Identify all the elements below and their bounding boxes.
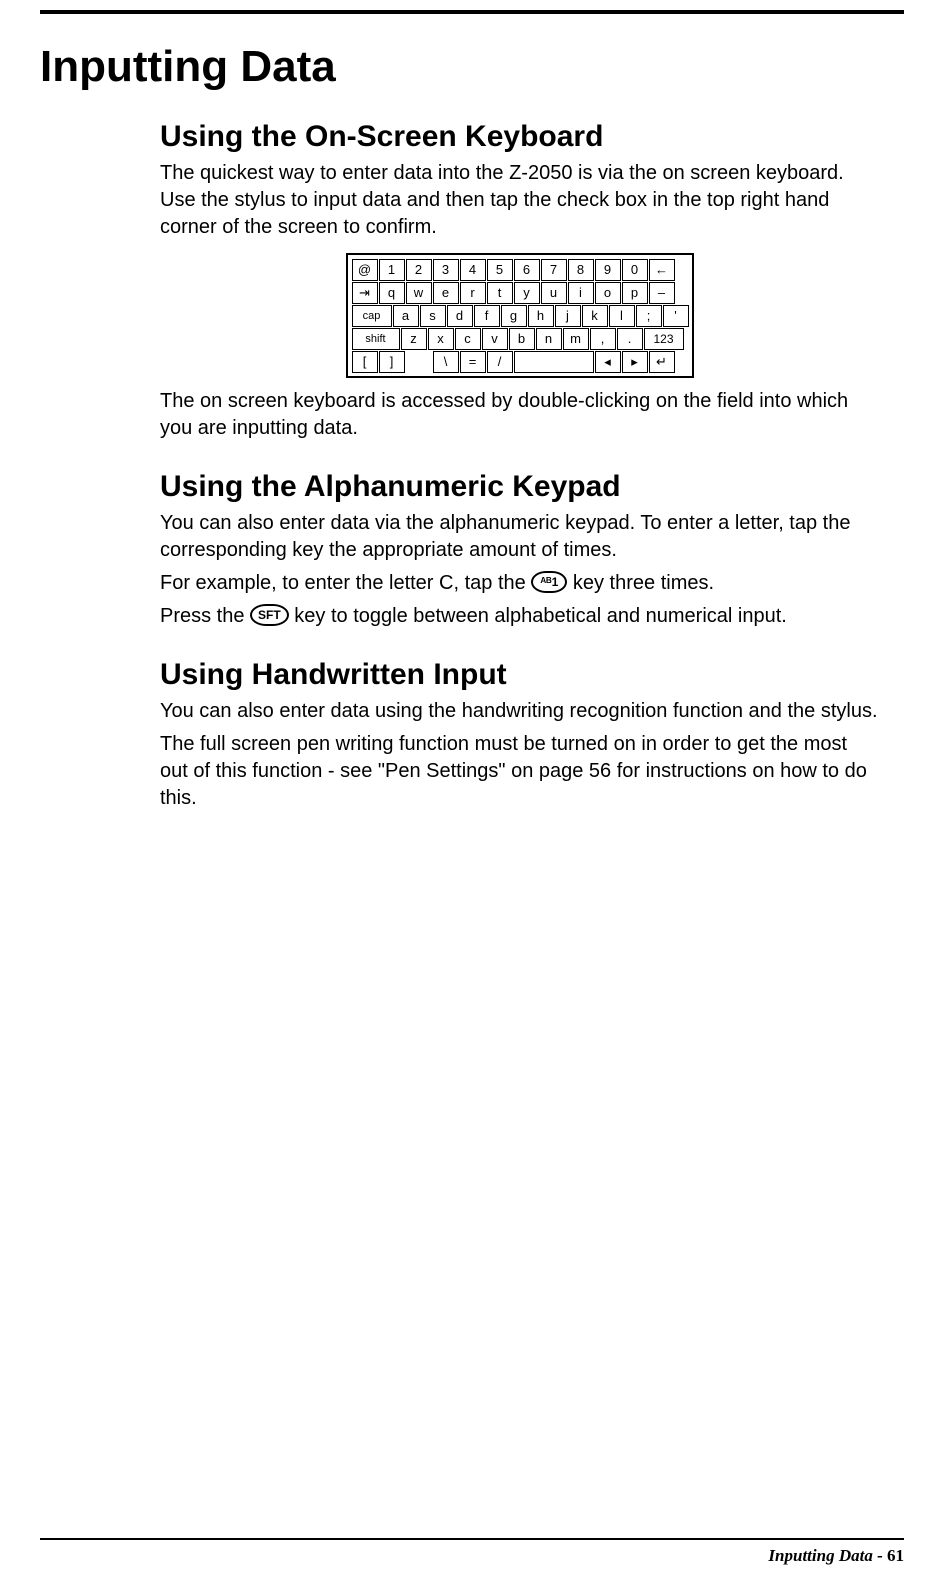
kb-key: c xyxy=(455,328,481,350)
kb-key: \ xyxy=(433,351,459,373)
keyboard-grid: @ 1 2 3 4 5 6 7 8 9 0 ← ⇥ q w e xyxy=(346,253,694,378)
kb-key: [ xyxy=(352,351,378,373)
kb-key: y xyxy=(514,282,540,304)
kb-row-4: shift z x c v b n m , . 123 xyxy=(351,327,689,350)
kb-key: q xyxy=(379,282,405,304)
page-title: Inputting Data xyxy=(40,42,904,92)
kb-key: l xyxy=(609,305,635,327)
para-keypad-1: You can also enter data via the alphanum… xyxy=(160,510,880,564)
kb-key: 3 xyxy=(433,259,459,281)
text: key three times. xyxy=(573,572,714,594)
kb-key: m xyxy=(563,328,589,350)
kb-key-left: ◂ xyxy=(595,351,621,373)
kb-key: x xyxy=(428,328,454,350)
kb-key: h xyxy=(528,305,554,327)
kb-key: = xyxy=(460,351,486,373)
kb-key: p xyxy=(622,282,648,304)
kb-key-enter: ↵ xyxy=(649,351,675,373)
para-onscreen-1: The quickest way to enter data into the … xyxy=(160,160,880,241)
kb-key: e xyxy=(433,282,459,304)
kb-key: 0 xyxy=(622,259,648,281)
para-onscreen-2: The on screen keyboard is accessed by do… xyxy=(160,388,880,442)
footer-text: Inputting Data - 61 xyxy=(40,1546,904,1566)
footer-page-number: 61 xyxy=(887,1546,904,1565)
kb-key: 7 xyxy=(541,259,567,281)
kb-row-5: [ ] \ = / ◂ ▸ ↵ xyxy=(351,350,689,373)
kb-key: . xyxy=(617,328,643,350)
kb-key: f xyxy=(474,305,500,327)
heading-onscreen: Using the On-Screen Keyboard xyxy=(160,120,880,154)
kb-key-cap: cap xyxy=(352,305,392,327)
kb-key: u xyxy=(541,282,567,304)
kb-key: j xyxy=(555,305,581,327)
kb-key: z xyxy=(401,328,427,350)
kb-key: b xyxy=(509,328,535,350)
kb-key: ' xyxy=(663,305,689,327)
footer-section: Inputting Data xyxy=(768,1546,872,1565)
kb-row-3: cap a s d f g h j k l ; ' xyxy=(351,304,689,327)
kb-gap xyxy=(406,351,432,373)
kb-key-backspace: ← xyxy=(649,259,675,281)
kb-key: t xyxy=(487,282,513,304)
kb-row-2: ⇥ q w e r t y u i o p – xyxy=(351,281,689,304)
kb-key: v xyxy=(482,328,508,350)
kb-key: 2 xyxy=(406,259,432,281)
kb-key-tab: ⇥ xyxy=(352,282,378,304)
kb-key: k xyxy=(582,305,608,327)
kb-key: i xyxy=(568,282,594,304)
top-rule xyxy=(40,10,904,14)
kb-key: – xyxy=(649,282,675,304)
text: key to toggle between alphabetical and n… xyxy=(294,605,787,627)
kb-key: ] xyxy=(379,351,405,373)
abc1-key-icon: ᴬᴮ1 xyxy=(531,571,567,593)
kb-row-1: @ 1 2 3 4 5 6 7 8 9 0 ← xyxy=(351,258,689,281)
para-hand-1: You can also enter data using the handwr… xyxy=(160,698,880,725)
para-keypad-3: Press the SFT key to toggle between alph… xyxy=(160,603,880,630)
kb-key: o xyxy=(595,282,621,304)
kb-key-space xyxy=(514,351,594,373)
text: For example, to enter the letter C, tap … xyxy=(160,572,531,594)
para-hand-2: The full screen pen writing function mus… xyxy=(160,731,880,812)
kb-key: , xyxy=(590,328,616,350)
heading-keypad: Using the Alphanumeric Keypad xyxy=(160,470,880,504)
kb-key: 1 xyxy=(379,259,405,281)
kb-key: r xyxy=(460,282,486,304)
kb-key: 6 xyxy=(514,259,540,281)
kb-key: w xyxy=(406,282,432,304)
para-keypad-2: For example, to enter the letter C, tap … xyxy=(160,570,880,597)
heading-hand: Using Handwritten Input xyxy=(160,658,880,692)
kb-key: 9 xyxy=(595,259,621,281)
kb-key-right: ▸ xyxy=(622,351,648,373)
kb-key: 4 xyxy=(460,259,486,281)
kb-key-123: 123 xyxy=(644,328,684,350)
kb-key-shift: shift xyxy=(352,328,400,350)
footer-rule xyxy=(40,1538,904,1540)
kb-key: / xyxy=(487,351,513,373)
kb-key: @ xyxy=(352,259,378,281)
kb-key: d xyxy=(447,305,473,327)
kb-key: 8 xyxy=(568,259,594,281)
onscreen-keyboard-figure: @ 1 2 3 4 5 6 7 8 9 0 ← ⇥ q w e xyxy=(160,253,880,378)
kb-key: ; xyxy=(636,305,662,327)
text: Press the xyxy=(160,605,250,627)
kb-key: g xyxy=(501,305,527,327)
kb-key: n xyxy=(536,328,562,350)
kb-key: 5 xyxy=(487,259,513,281)
page-footer: Inputting Data - 61 xyxy=(40,1538,904,1566)
kb-key: s xyxy=(420,305,446,327)
sft-key-icon: SFT xyxy=(250,604,289,626)
kb-key: a xyxy=(393,305,419,327)
